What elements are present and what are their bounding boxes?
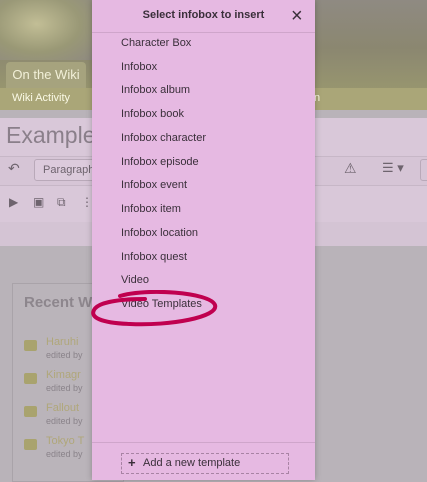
media-icon: ▶ (9, 195, 19, 209)
option-character-box[interactable]: Character Box (92, 33, 315, 56)
recent-item-byline: edited by (46, 383, 83, 393)
option-infobox-book[interactable]: Infobox book (92, 104, 315, 127)
option-label: Infobox (121, 61, 158, 73)
banner-artwork (0, 0, 92, 60)
annotation-circle (91, 290, 218, 327)
close-icon[interactable]: × (291, 6, 303, 26)
option-infobox[interactable]: Infobox (92, 57, 315, 80)
recent-item-link: Kimagr (46, 369, 81, 381)
option-label: Infobox location (121, 227, 199, 239)
option-infobox-quest[interactable]: Infobox quest (92, 247, 315, 270)
option-infobox-location[interactable]: Infobox location (92, 223, 315, 246)
page-icon (24, 406, 37, 417)
option-infobox-episode[interactable]: Infobox episode (92, 152, 315, 175)
option-label: Infobox event (121, 179, 188, 191)
tab-on-the-wiki: On the Wiki (6, 62, 86, 88)
option-label: Infobox album (121, 84, 191, 96)
undo-icon: ↶ (8, 160, 20, 176)
menu-icon: ☰ ▾ (382, 160, 404, 175)
recent-item-link: Fallout (46, 402, 80, 414)
dialog-title: Select infobox to insert (142, 9, 265, 21)
option-label: Video (121, 274, 149, 286)
page-title: Example (6, 122, 96, 148)
page-icon (24, 340, 37, 351)
add-new-template-label: Add a new template (143, 457, 241, 469)
image-icon: ▣ (33, 195, 45, 209)
option-infobox-event[interactable]: Infobox event (92, 175, 315, 198)
option-infobox-character[interactable]: Infobox character (92, 128, 315, 151)
toolbar-edge-button (420, 159, 427, 181)
dialog-footer: + Add a new template (92, 442, 315, 481)
option-label: Infobox item (121, 203, 181, 215)
recent-item-byline: edited by (46, 449, 83, 459)
gallery-icon: ⧉ (57, 195, 66, 209)
nav-item-wiki-activity: Wiki Activity (12, 92, 71, 104)
option-label: Character Box (121, 37, 192, 49)
warning-icon: ⚠ (344, 160, 357, 176)
option-label: Infobox quest (121, 251, 188, 263)
option-infobox-item[interactable]: Infobox item (92, 199, 315, 222)
dialog-header: Select infobox to insert × (92, 0, 315, 33)
recent-item-byline: edited by (46, 416, 83, 426)
recent-item-byline: edited by (46, 350, 83, 360)
plus-icon: + (128, 455, 136, 470)
recent-item-link: Tokyo T (46, 435, 85, 447)
add-new-template-button[interactable]: + Add a new template (121, 453, 289, 474)
option-label: Infobox character (121, 132, 206, 144)
page-icon (24, 439, 37, 450)
recent-item-link: Haruhi (46, 336, 79, 348)
option-label: Infobox episode (121, 156, 199, 168)
option-label: Infobox book (121, 108, 184, 120)
option-infobox-album[interactable]: Infobox album (92, 80, 315, 103)
page-icon (24, 373, 37, 384)
infobox-select-dialog: Select infobox to insert × Character Box… (92, 0, 315, 480)
